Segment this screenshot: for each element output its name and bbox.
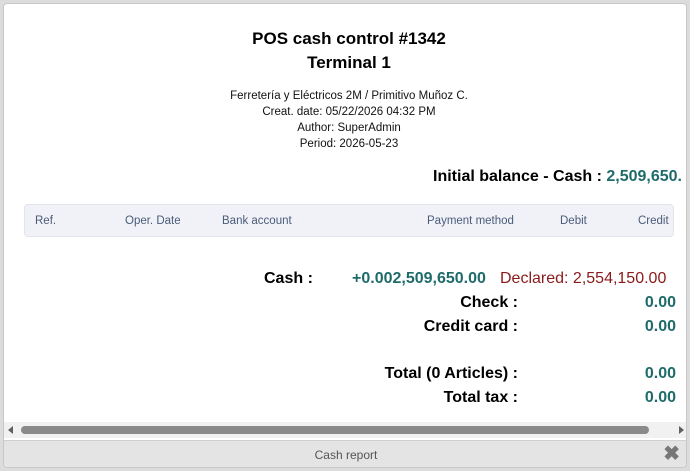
close-icon[interactable]: ✖: [663, 444, 680, 464]
column-ref: Ref.: [35, 215, 57, 227]
column-debit: Debit: [560, 215, 587, 227]
terminal-title: Terminal 1: [307, 53, 391, 72]
total-label: Total (0 Articles) :: [384, 365, 518, 382]
column-oper-date: Oper. Date: [125, 215, 181, 227]
cash-report-dialog: POS cash control #1342 Terminal 1 Ferret…: [3, 3, 687, 468]
cash-label: Cash :: [264, 270, 313, 287]
cash-amount: +0.002,509,650.00: [352, 270, 486, 287]
dialog-footer: Cash report ✖: [4, 440, 686, 467]
check-label: Check :: [460, 294, 518, 311]
period: Period: 2026-05-23: [299, 138, 399, 150]
report-content: POS cash control #1342 Terminal 1 Ferret…: [4, 4, 686, 422]
column-bank-account: Bank account: [222, 215, 292, 227]
credit-card-value: 0.00: [644, 318, 676, 335]
report-title: POS cash control #1342: [252, 29, 446, 48]
initial-balance-value: 2,509,650.: [606, 168, 682, 185]
initial-balance-label: Initial balance - Cash :: [433, 168, 607, 185]
total-tax-label: Total tax :: [443, 389, 518, 406]
scroll-right-icon[interactable]: [679, 426, 684, 434]
initial-balance: Initial balance - Cash : 2,509,650.: [433, 168, 682, 186]
check-value: 0.00: [644, 294, 676, 311]
column-payment-method: Payment method: [427, 215, 514, 227]
scroll-left-icon[interactable]: [8, 426, 13, 434]
scrollbar-thumb[interactable]: [21, 426, 649, 434]
footer-title: Cash report: [314, 448, 378, 462]
cash-declared: Declared: 2,554,150.00: [500, 270, 667, 287]
total-value: 0.00: [644, 365, 676, 382]
author: Author: SuperAdmin: [297, 122, 401, 134]
credit-card-label: Credit card :: [423, 318, 518, 335]
column-credit: Credit: [638, 215, 669, 227]
table-header: Ref. Oper. Date Bank account Payment met…: [24, 204, 674, 237]
horizontal-scrollbar[interactable]: [4, 422, 686, 438]
creation-date: Creat. date: 05/22/2026 04:32 PM: [262, 106, 436, 118]
total-tax-value: 0.00: [644, 389, 676, 406]
company-name: Ferretería y Eléctricos 2M / Primitivo M…: [230, 90, 468, 102]
